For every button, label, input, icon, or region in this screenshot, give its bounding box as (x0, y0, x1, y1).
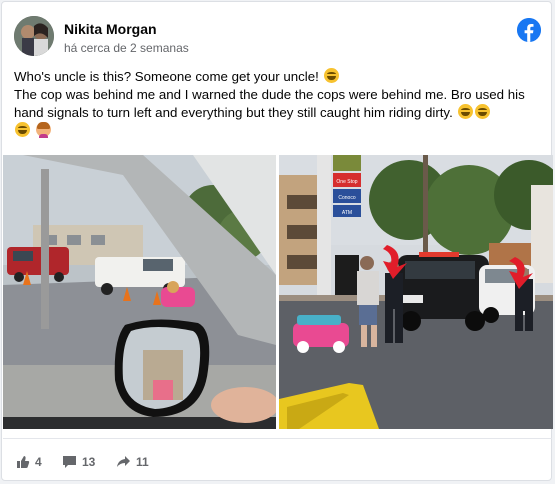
post-card: Nikita Morgan há cerca de 2 semanas Who'… (1, 1, 553, 481)
post-text: Who's uncle is this? Someone come get yo… (14, 68, 544, 140)
sign-text-bottom: ATM (342, 210, 352, 216)
shares-count: 11 (136, 455, 149, 469)
post-photo-right[interactable]: One Stop Conoco ATM (279, 155, 553, 429)
likes-stat[interactable]: 4 (16, 454, 42, 470)
post-text-line2: The cop was behind me and I warned the d… (14, 87, 525, 120)
comments-stat[interactable]: 13 (62, 454, 95, 470)
comment-icon (62, 455, 77, 473)
laughing-emoji (15, 122, 30, 137)
post-text-line1: Who's uncle is this? Someone come get yo… (14, 69, 319, 84)
comments-count: 13 (82, 455, 96, 469)
facebook-icon[interactable] (517, 18, 541, 42)
author-avatar[interactable] (14, 16, 54, 56)
share-icon (116, 455, 131, 473)
post-timestamp[interactable]: há cerca de 2 semanas (64, 41, 189, 55)
woman-shrugging-emoji (35, 122, 51, 138)
laughing-emoji (474, 104, 490, 119)
laughing-emoji (323, 68, 339, 83)
sign-text-mid: Conoco (338, 195, 355, 201)
likes-count: 4 (35, 455, 42, 469)
stats-divider (3, 438, 552, 439)
author-name[interactable]: Nikita Morgan (64, 21, 157, 37)
like-icon (16, 455, 30, 473)
sign-text-top: One Stop (336, 179, 357, 185)
shares-stat[interactable]: 11 (116, 454, 149, 470)
post-photo-left[interactable] (3, 155, 276, 429)
laughing-emoji (457, 104, 473, 119)
